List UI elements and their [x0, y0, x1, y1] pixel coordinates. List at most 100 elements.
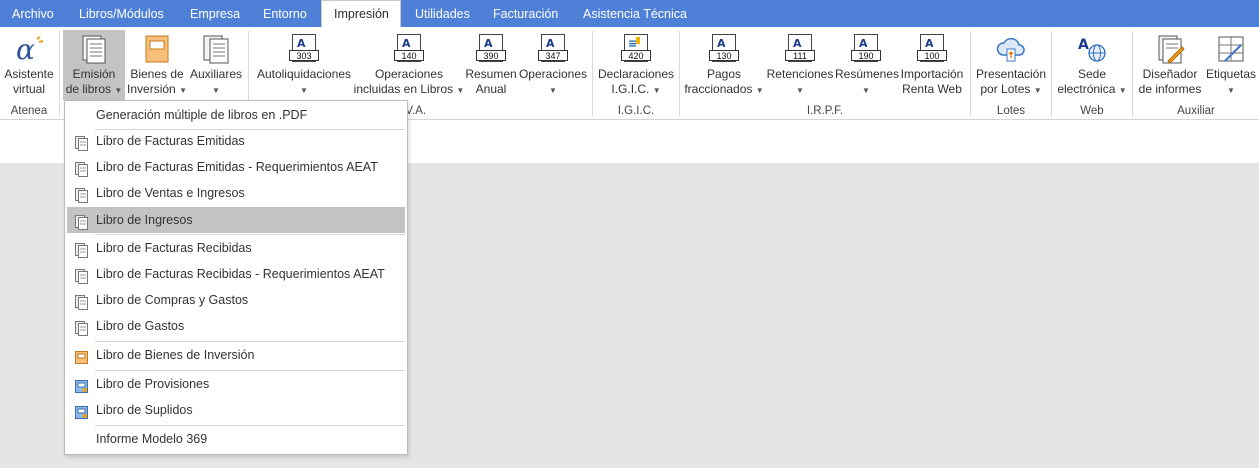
ledger-icon: [75, 186, 88, 203]
tab-impresion[interactable]: Impresión: [321, 0, 401, 27]
emision-libros-dropdown: Generación múltiple de libros en .PDF Li…: [64, 100, 408, 455]
chevron-down-icon: ▼: [796, 86, 804, 95]
chevron-down-icon: ▼: [179, 86, 187, 95]
menu-item-facturas-emitidas[interactable]: Libro de Facturas Emitidas: [67, 128, 405, 154]
aeat-form-icon: A 100: [916, 33, 948, 65]
labels-icon: [1215, 33, 1247, 65]
presentacion-por-lotes-button[interactable]: Presentación por Lotes ▼: [974, 30, 1048, 100]
operaciones-incluidas-libros-button[interactable]: A 140 Operaciones incluidas en Libros ▼: [353, 30, 465, 100]
bienes-de-inversion-button[interactable]: Bienes de Inversión ▼: [127, 30, 187, 100]
menu-item-facturas-emitidas-aeat[interactable]: Libro de Facturas Emitidas - Requerimien…: [67, 154, 405, 180]
sede-electronica-button[interactable]: A Sede electrónica ▼: [1056, 30, 1128, 100]
aeat-form-icon: A 130: [708, 33, 740, 65]
ledger-icon: [75, 241, 88, 258]
etiquetas-button[interactable]: Etiquetas ▼: [1205, 30, 1257, 100]
group-irpf: A 130 Pagos fraccionados ▼ A 111 Retencion…: [680, 27, 970, 119]
declaraciones-igic-button[interactable]: ≡ 420 Declaraciones I.G.I.C. ▼: [596, 30, 676, 100]
resumen-anual-line2: Anual: [475, 82, 507, 96]
chevron-down-icon: ▼: [1227, 86, 1235, 95]
blue-ledger-icon: [75, 377, 88, 393]
operaciones-label: Operaciones: [518, 67, 588, 81]
declaraciones-line1: Declaraciones: [597, 67, 675, 81]
importacion-line2: Renta Web: [902, 82, 962, 96]
emision-de-libros-button[interactable]: Emisión de libros ▼: [63, 30, 125, 100]
tab-libros-modulos[interactable]: Libros/Módulos: [65, 0, 178, 27]
chevron-down-icon: ▼: [652, 86, 661, 95]
chevron-down-icon: ▼: [212, 86, 220, 95]
report-designer-icon: [1154, 33, 1186, 65]
asistente-virtual-button[interactable]: α Asistente virtual: [2, 30, 56, 100]
alpha-icon: α: [13, 33, 45, 66]
group-lotes: Presentación por Lotes ▼ Lotes: [971, 27, 1051, 119]
tab-asistencia-tecnica[interactable]: Asistencia Técnica: [571, 0, 699, 27]
ledger-icon: [75, 319, 88, 336]
pagos-line2: fraccionados: [684, 82, 753, 96]
cloud-upload-icon: [995, 33, 1027, 65]
globe-icon: A: [1076, 33, 1108, 65]
chevron-down-icon: ▼: [1033, 86, 1042, 95]
group-label-auxiliar: Auxiliar: [1177, 105, 1215, 117]
group-label-lotes: Lotes: [996, 105, 1026, 117]
autoliquidaciones-button[interactable]: A 303 Autoliquidaciones ▼: [252, 30, 356, 100]
svg-text:α: α: [16, 33, 35, 65]
menu-item-informe-369[interactable]: Informe Modelo 369: [67, 426, 405, 452]
aeat-form-icon: A 390: [475, 33, 507, 65]
menu-item-facturas-recibidas[interactable]: Libro de Facturas Recibidas: [67, 235, 405, 261]
bienes-line1: Bienes de: [130, 67, 184, 81]
operaciones-libros-line2: incluidas en Libros: [353, 82, 454, 96]
importacion-line1: Importación: [900, 67, 964, 81]
tab-archivo[interactable]: Archivo: [0, 0, 65, 27]
menu-bar: Archivo Libros/Módulos Empresa Entorno I…: [0, 0, 1259, 27]
tab-entorno[interactable]: Entorno: [251, 0, 321, 27]
chevron-down-icon: ▼: [456, 86, 465, 95]
bienes-line2: Inversión: [127, 82, 176, 96]
emision-line1: Emisión: [72, 67, 116, 81]
tab-facturacion[interactable]: Facturación: [481, 0, 571, 27]
presentacion-line2: por Lotes: [980, 82, 1031, 96]
resumenes-label: Resúmenes: [835, 67, 900, 81]
pagos-line1: Pagos: [706, 67, 742, 81]
menu-item-ingresos[interactable]: Libro de Ingresos: [67, 207, 405, 233]
asistente-line2: virtual: [12, 82, 45, 96]
menu-item-generacion-pdf[interactable]: Generación múltiple de libros en .PDF: [67, 102, 405, 128]
group-web: A Sede electrónica ▼ Web: [1052, 27, 1132, 119]
menu-item-bienes-inversion[interactable]: Libro de Bienes de Inversión: [67, 342, 405, 368]
pagos-fraccionados-button[interactable]: A 130 Pagos fraccionados ▼: [682, 30, 766, 100]
sede-line2: electrónica: [1057, 82, 1116, 96]
disenador-line2: de informes: [1138, 82, 1202, 96]
group-label-web: Web: [1080, 105, 1104, 117]
resumenes-button[interactable]: A 190 Resúmenes ▼: [835, 30, 900, 100]
tab-empresa[interactable]: Empresa: [178, 0, 251, 27]
documents-icon: [200, 33, 232, 65]
auxiliares-button[interactable]: Auxiliares ▼: [188, 30, 244, 100]
emision-line2: de libros: [65, 82, 112, 96]
aeat-form-icon: A 111: [784, 33, 816, 65]
menu-item-gastos[interactable]: Libro de Gastos: [67, 313, 405, 339]
aeat-form-icon: A 303: [288, 33, 320, 65]
resumen-anual-button[interactable]: A 390 Resumen Anual: [465, 30, 517, 100]
chevron-down-icon: ▼: [755, 86, 764, 95]
aeat-form-icon: A 190: [850, 33, 882, 65]
menu-item-compras-gastos[interactable]: Libro de Compras y Gastos: [67, 287, 405, 313]
auxiliares-line1: Auxiliares: [189, 67, 243, 81]
group-atenea: α Asistente virtual Atenea: [0, 27, 58, 119]
asistente-line1: Asistente: [4, 67, 54, 81]
chevron-down-icon: ▼: [114, 86, 123, 95]
retenciones-button[interactable]: A 111 Retenciones ▼: [766, 30, 834, 100]
menu-item-facturas-recibidas-aeat[interactable]: Libro de Facturas Recibidas - Requerimie…: [67, 261, 405, 287]
menu-item-provisiones[interactable]: Libro de Provisiones: [67, 371, 405, 397]
operaciones-button[interactable]: A 347 Operaciones ▼: [518, 30, 588, 100]
tab-utilidades[interactable]: Utilidades: [401, 0, 481, 27]
importacion-renta-web-button[interactable]: A 100 Importación Renta Web: [898, 30, 966, 100]
chevron-down-icon: ▼: [300, 86, 308, 95]
group-igic: ≡ 420 Declaraciones I.G.I.C. ▼ I.G.I.C.: [593, 27, 679, 119]
group-label-irpf: I.R.P.F.: [806, 105, 844, 117]
blue-ledger-icon: [75, 403, 88, 419]
aeat-form-icon: A 347: [537, 33, 569, 65]
igic-form-icon: ≡ 420: [620, 33, 652, 65]
menu-item-ventas-ingresos[interactable]: Libro de Ventas e Ingresos: [67, 180, 405, 206]
ledger-icon: [75, 293, 88, 310]
menu-item-suplidos[interactable]: Libro de Suplidos: [67, 397, 405, 423]
disenador-de-informes-button[interactable]: Diseñador de informes: [1138, 30, 1202, 100]
svg-text:A: A: [1078, 37, 1089, 53]
